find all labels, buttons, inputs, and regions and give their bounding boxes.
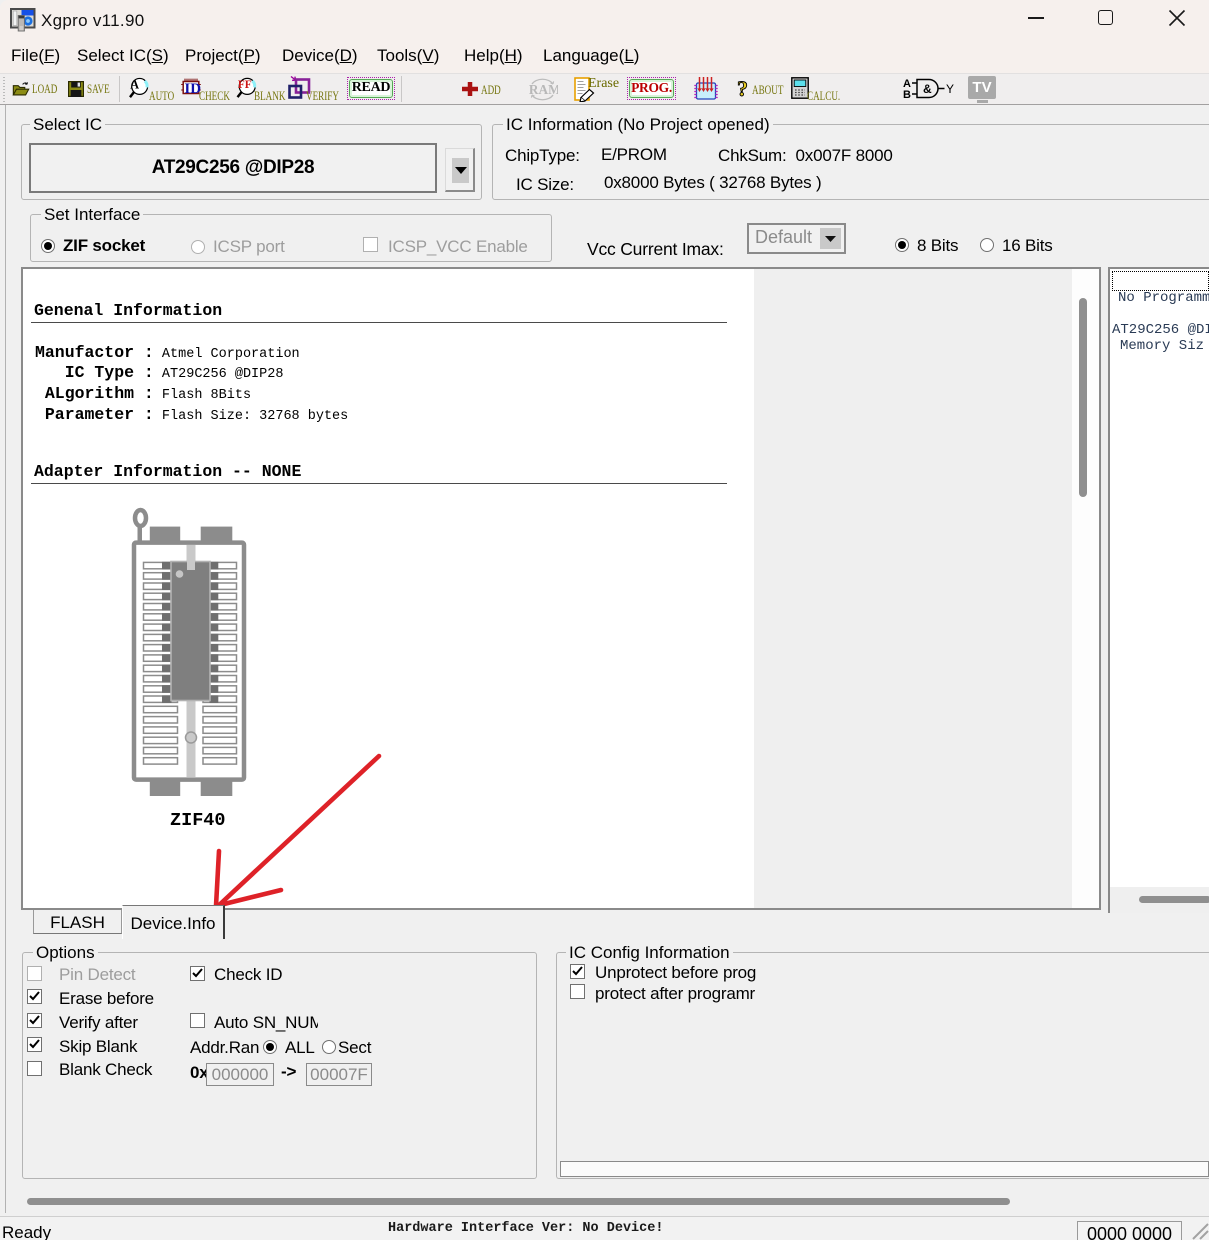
svg-text:RAM: RAM (529, 82, 558, 97)
svg-text:?: ? (737, 77, 748, 100)
svg-text:A: A (130, 77, 139, 91)
svg-text:B: B (903, 89, 911, 101)
svg-text:Y: Y (946, 82, 954, 96)
svg-text:&: & (923, 82, 932, 96)
svg-text:FF: FF (238, 79, 252, 91)
